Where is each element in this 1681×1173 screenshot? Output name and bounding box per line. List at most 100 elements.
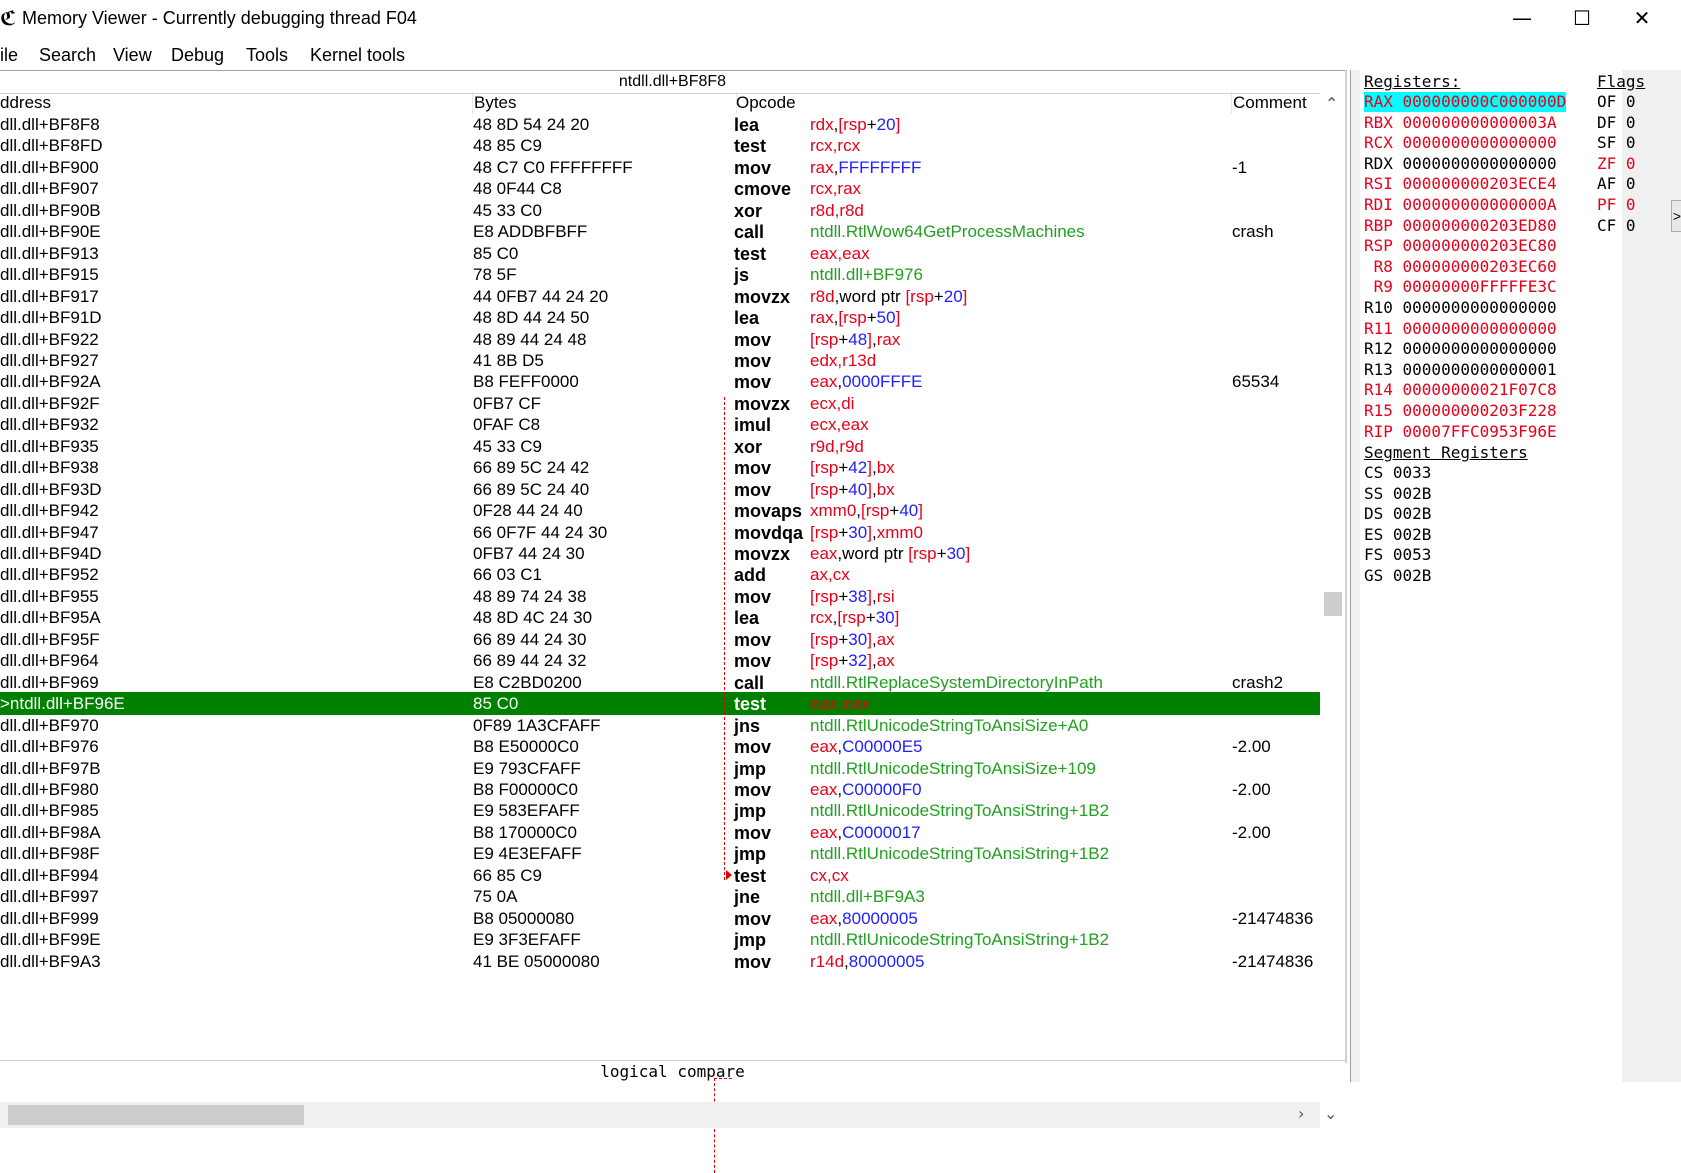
- row-address: dll.dll+BF98A: [0, 822, 101, 842]
- disassembly-row[interactable]: dll.dll+BF999 B8 05000080 mov eax,80000005-…: [0, 907, 1320, 930]
- menu-search[interactable]: Search: [39, 45, 96, 66]
- disassembly-row[interactable]: dll.dll+BF98A B8 170000C0 mov eax,C0000017-…: [0, 821, 1320, 844]
- menu-debug[interactable]: Debug: [171, 45, 224, 66]
- register-r8[interactable]: R8 000000000203EC60: [1364, 257, 1557, 277]
- disassembly-row[interactable]: dll.dll+BF955 48 89 74 24 38 mov [rsp+38],r…: [0, 585, 1320, 608]
- disassembly-row[interactable]: dll.dll+BF969 E8 C2BD0200 call ntdll.RtlRep…: [0, 671, 1320, 694]
- scroll-right-button[interactable]: ›: [1298, 1104, 1304, 1123]
- register-r14[interactable]: R14 00000000021F07C8: [1364, 380, 1557, 400]
- register-r12[interactable]: R12 0000000000000000: [1364, 339, 1557, 359]
- segment-register-ss[interactable]: SS 002B: [1364, 484, 1431, 504]
- disassembly-row[interactable]: dll.dll+BF8FD 48 85 C9 test rcx,rcx: [0, 134, 1320, 157]
- disassembly-list[interactable]: dll.dll+BF8F8 48 8D 54 24 20 lea rdx,[rsp+2…: [0, 113, 1320, 1102]
- disassembly-row[interactable]: dll.dll+BF970 0F89 1A3CFAFF jns ntdll.RtlUn…: [0, 714, 1320, 737]
- disassembly-row[interactable]: dll.dll+BF976 B8 E50000C0 mov eax,C00000E5-…: [0, 735, 1320, 758]
- flag-zf[interactable]: ZF 0: [1597, 154, 1636, 174]
- vertical-scrollbar[interactable]: ⌃: [1320, 92, 1345, 1037]
- disassembly-row[interactable]: dll.dll+BF92F 0FB7 CF movzx ecx,di: [0, 392, 1320, 415]
- disassembly-row[interactable]: dll.dll+BF980 B8 F00000C0 mov eax,C00000F0-…: [0, 778, 1320, 801]
- disassembly-row[interactable]: dll.dll+BF93D 66 89 5C 24 40 mov [rsp+40],b…: [0, 478, 1320, 501]
- flag-pf[interactable]: PF 0: [1597, 195, 1636, 215]
- register-rdi[interactable]: RDI 000000000000000A: [1364, 195, 1557, 215]
- segment-register-es[interactable]: ES 002B: [1364, 525, 1431, 545]
- disassembly-row[interactable]: dll.dll+BF95A 48 8D 4C 24 30 lea rcx,[rsp+3…: [0, 606, 1320, 629]
- flag-of[interactable]: OF 0: [1597, 92, 1636, 112]
- status-bar: logical compare: [0, 1060, 1345, 1083]
- register-r10[interactable]: R10 0000000000000000: [1364, 298, 1557, 318]
- disassembly-row[interactable]: dll.dll+BF994 66 85 C9 test cx,cx: [0, 864, 1320, 887]
- horizontal-scroll-thumb[interactable]: [8, 1105, 304, 1125]
- disassembly-row[interactable]: dll.dll+BF997 75 0A jne ntdll.dll+BF9A3: [0, 885, 1320, 908]
- register-r11[interactable]: R11 0000000000000000: [1364, 319, 1557, 339]
- disassembly-row[interactable]: dll.dll+BF942 0F28 44 24 40 movaps xmm0,[r…: [0, 499, 1320, 522]
- segment-register-cs[interactable]: CS 0033: [1364, 463, 1431, 483]
- register-r9[interactable]: R9 00000000FFFFFE3C: [1364, 277, 1557, 297]
- register-r13[interactable]: R13 0000000000000001: [1364, 360, 1557, 380]
- menu-tools[interactable]: Tools: [246, 45, 288, 66]
- disassembly-row[interactable]: dll.dll+BF9A3 41 BE 05000080 mov r14d,80000…: [0, 950, 1320, 973]
- register-rax[interactable]: RAX 000000000C000000D: [1364, 92, 1567, 112]
- disassembly-row[interactable]: dll.dll+BF92A B8 FEFF0000 mov eax,0000FFFE 6…: [0, 370, 1320, 393]
- register-rcx[interactable]: RCX 0000000000000000: [1364, 133, 1557, 153]
- menu-view[interactable]: View: [113, 45, 152, 66]
- disassembly-row[interactable]: dll.dll+BF915 78 5F js ntdll.dll+BF976: [0, 263, 1320, 286]
- register-r15[interactable]: R15 000000000203F228: [1364, 401, 1557, 421]
- disassembly-row[interactable]: dll.dll+BF927 41 8B D5 mov edx,r13d: [0, 349, 1320, 372]
- register-rsi[interactable]: RSI 000000000203ECE4: [1364, 174, 1557, 194]
- disassembly-row[interactable]: dll.dll+BF935 45 33 C9 xor r9d,r9d: [0, 435, 1320, 458]
- row-address: dll.dll+BF952: [0, 565, 99, 585]
- column-header-bytes[interactable]: Bytes: [472, 92, 737, 114]
- disassembly-row[interactable]: dll.dll+BF907 48 0F44 C8 cmove rcx,rax: [0, 177, 1320, 200]
- disassembly-row[interactable]: dll.dll+BF97B E9 793CFAFF jmp ntdll.RtlUnic…: [0, 757, 1320, 780]
- column-header-address[interactable]: ddress: [0, 92, 473, 114]
- register-rbp[interactable]: RBP 000000000203ED80: [1364, 216, 1557, 236]
- scroll-down-button[interactable]: ⌄: [1324, 1104, 1337, 1123]
- vertical-scroll-thumb[interactable]: [1324, 592, 1342, 616]
- register-rbx[interactable]: RBX 000000000000003A: [1364, 113, 1557, 133]
- register-rsp[interactable]: RSP 000000000203EC80: [1364, 236, 1557, 256]
- row-operands: [rsp+42],bx: [810, 458, 895, 478]
- flag-af[interactable]: AF 0: [1597, 174, 1636, 194]
- disassembly-row[interactable]: dll.dll+BF90E E8 ADDBFBFF call ntdll.RtlWow…: [0, 220, 1320, 243]
- disassembly-row[interactable]: dll.dll+BF952 66 03 C1 add ax,cx: [0, 563, 1320, 586]
- menu-file[interactable]: ile: [0, 45, 18, 66]
- disassembly-row[interactable]: dll.dll+BF964 66 89 44 24 32 mov [rsp+32],a…: [0, 649, 1320, 672]
- expand-panel-button[interactable]: >: [1671, 200, 1681, 232]
- current-instruction-row[interactable]: >ntdll.dll+BF96E 85 C0 test eax,eax: [0, 692, 1320, 716]
- segment-register-fs[interactable]: FS 0053: [1364, 545, 1431, 565]
- segment-register-gs[interactable]: GS 002B: [1364, 566, 1431, 586]
- flag-sf[interactable]: SF 0: [1597, 133, 1636, 153]
- row-address: dll.dll+BF938: [0, 458, 99, 478]
- row-bytes: 0F89 1A3CFAFF: [473, 715, 601, 735]
- disassembly-row[interactable]: dll.dll+BF99E E9 3F3EFAFF jmp ntdll.RtlUnic…: [0, 928, 1320, 951]
- disassembly-row[interactable]: dll.dll+BF90B 45 33 C0 xor r8d,r8d: [0, 199, 1320, 222]
- column-header-opcode[interactable]: Opcode: [734, 92, 1232, 114]
- row-bytes: E8 C2BD0200: [473, 672, 582, 692]
- column-header-comment[interactable]: Comment: [1231, 92, 1323, 114]
- disassembly-row[interactable]: dll.dll+BF932 0FAF C8 imul ecx,eax: [0, 413, 1320, 436]
- disassembly-row[interactable]: dll.dll+BF922 48 89 44 24 48 mov [rsp+48],r…: [0, 328, 1320, 351]
- disassembly-row[interactable]: dll.dll+BF94D 0FB7 44 24 30 movzx eax,word …: [0, 542, 1320, 565]
- disassembly-row[interactable]: dll.dll+BF985 E9 583EFAFF jmp ntdll.RtlUnic…: [0, 799, 1320, 822]
- flag-cf[interactable]: CF 0: [1597, 216, 1636, 236]
- disassembly-row[interactable]: dll.dll+BF947 66 0F7F 44 24 30 movdqa [rsp…: [0, 521, 1320, 544]
- disassembly-row[interactable]: dll.dll+BF95F 66 89 44 24 30 mov [rsp+30],a…: [0, 628, 1320, 651]
- segment-register-ds[interactable]: DS 002B: [1364, 504, 1431, 524]
- disassembly-row[interactable]: dll.dll+BF98F E9 4E3EFAFF jmp ntdll.RtlUnic…: [0, 842, 1320, 865]
- register-rdx[interactable]: RDX 0000000000000000: [1364, 154, 1557, 174]
- minimize-button[interactable]: —: [1492, 0, 1552, 36]
- scroll-up-button[interactable]: ⌃: [1325, 94, 1338, 113]
- disassembly-row[interactable]: dll.dll+BF91D 48 8D 44 24 50 lea rax,[rsp+5…: [0, 306, 1320, 329]
- row-comment: crash2: [1232, 672, 1284, 692]
- disassembly-row[interactable]: dll.dll+BF8F8 48 8D 54 24 20 lea rdx,[rsp+2…: [0, 113, 1320, 136]
- flag-df[interactable]: DF 0: [1597, 113, 1636, 133]
- maximize-button[interactable]: ☐: [1552, 0, 1612, 36]
- close-button[interactable]: ✕: [1612, 0, 1672, 36]
- horizontal-scrollbar[interactable]: ›: [0, 1102, 1320, 1128]
- register-rip[interactable]: RIP 00007FFC0953F96E: [1364, 422, 1557, 442]
- disassembly-row[interactable]: dll.dll+BF900 48 C7 C0 FFFFFFFF mov rax,FFF…: [0, 156, 1320, 179]
- disassembly-row[interactable]: dll.dll+BF917 44 0FB7 44 24 20 movzx r8d,wo…: [0, 285, 1320, 308]
- menu-kernel-tools[interactable]: Kernel tools: [310, 45, 405, 66]
- disassembly-row[interactable]: dll.dll+BF938 66 89 5C 24 42 mov [rsp+42],b…: [0, 456, 1320, 479]
- disassembly-row[interactable]: dll.dll+BF913 85 C0 test eax,eax: [0, 242, 1320, 265]
